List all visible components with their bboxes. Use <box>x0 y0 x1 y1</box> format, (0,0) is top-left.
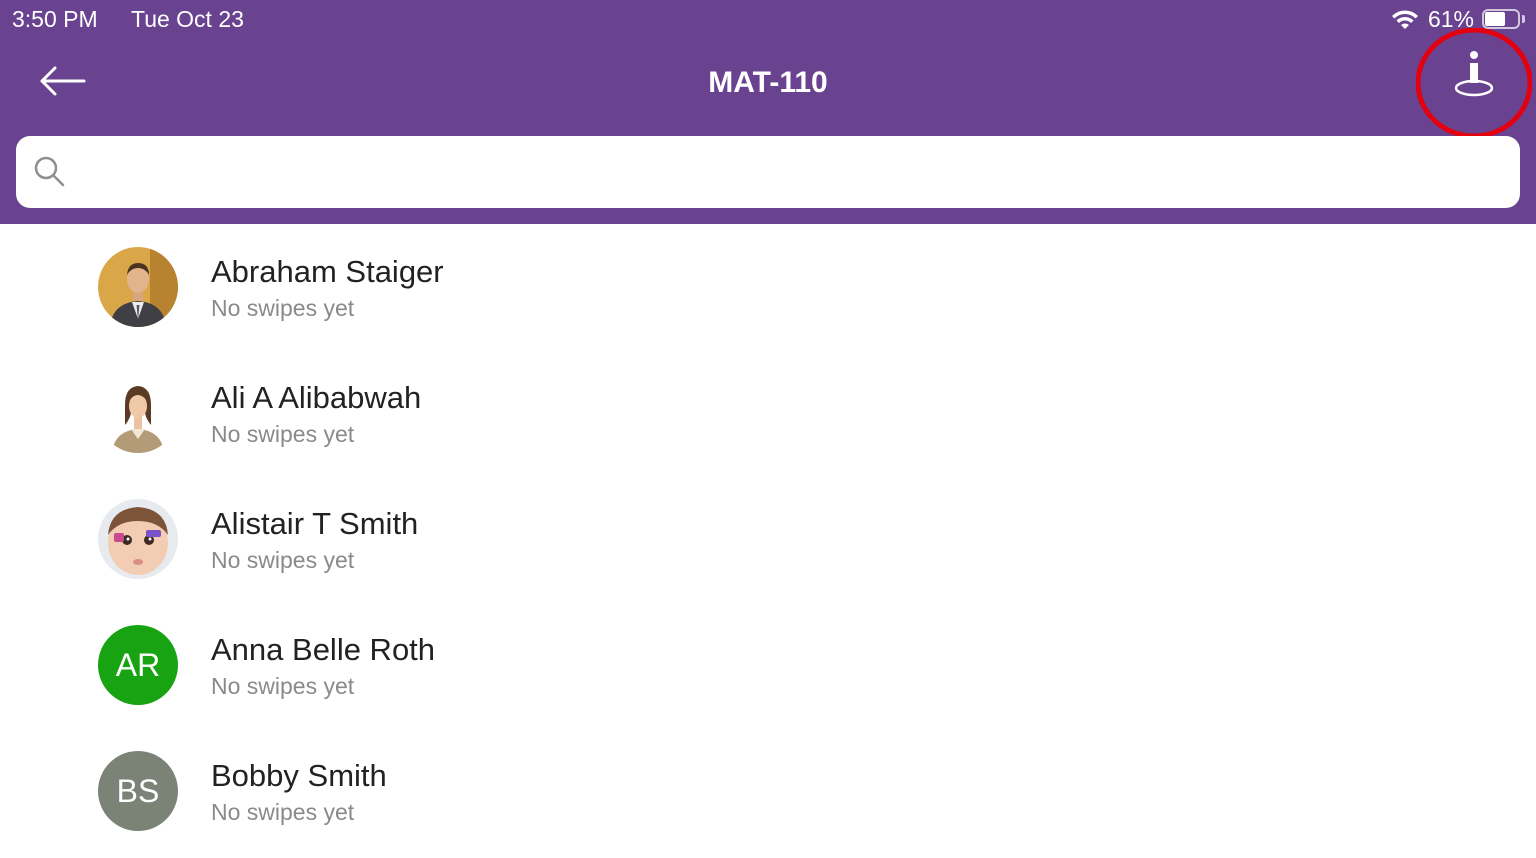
search-input[interactable] <box>84 146 1508 200</box>
nav-bar: MAT-110 <box>0 28 1536 138</box>
list-item[interactable]: Ali A Alibabwah No swipes yet <box>0 350 1536 476</box>
list-item[interactable]: AR Anna Belle Roth No swipes yet <box>0 602 1536 728</box>
status-time: 3:50 PM <box>12 6 98 32</box>
list-item[interactable]: Alistair T Smith No swipes yet <box>0 476 1536 602</box>
avatar-photo <box>98 499 178 579</box>
search-icon <box>32 154 68 190</box>
student-status: No swipes yet <box>211 673 355 699</box>
avatar-initials: AR <box>98 625 178 705</box>
search-bar[interactable] <box>16 136 1520 208</box>
student-status: No swipes yet <box>211 547 355 573</box>
student-status: No swipes yet <box>211 295 355 321</box>
battery-level <box>1485 11 1505 26</box>
student-name: Bobby Smith <box>211 758 387 793</box>
location-button[interactable] <box>1416 28 1532 138</box>
student-name: Anna Belle Roth <box>211 632 436 667</box>
list-item[interactable]: Abraham Staiger No swipes yet <box>0 224 1536 350</box>
status-date: Tue Oct 23 <box>131 6 244 32</box>
page-title: MAT-110 <box>708 66 828 99</box>
student-list: Abraham Staiger No swipes yet Ali A Alib… <box>0 224 1536 858</box>
avatar-photo <box>98 373 178 453</box>
battery-tip <box>1522 14 1525 23</box>
avatar-photo <box>98 247 178 327</box>
student-status: No swipes yet <box>211 799 355 825</box>
list-item[interactable]: BS Bobby Smith No swipes yet <box>0 728 1536 854</box>
person-location-icon <box>1454 51 1494 97</box>
avatar-initials: BS <box>98 751 178 831</box>
student-status: No swipes yet <box>211 421 355 447</box>
app-screen: 3:50 PM Tue Oct 23 61% MAT-110 Abraham S… <box>0 0 1536 858</box>
student-name: Alistair T Smith <box>211 506 419 541</box>
status-bar: 3:50 PM Tue Oct 23 61% <box>0 0 1536 40</box>
student-name: Abraham Staiger <box>211 254 444 289</box>
header: 3:50 PM Tue Oct 23 61% MAT-110 <box>0 0 1536 224</box>
student-name: Ali A Alibabwah <box>211 380 422 415</box>
